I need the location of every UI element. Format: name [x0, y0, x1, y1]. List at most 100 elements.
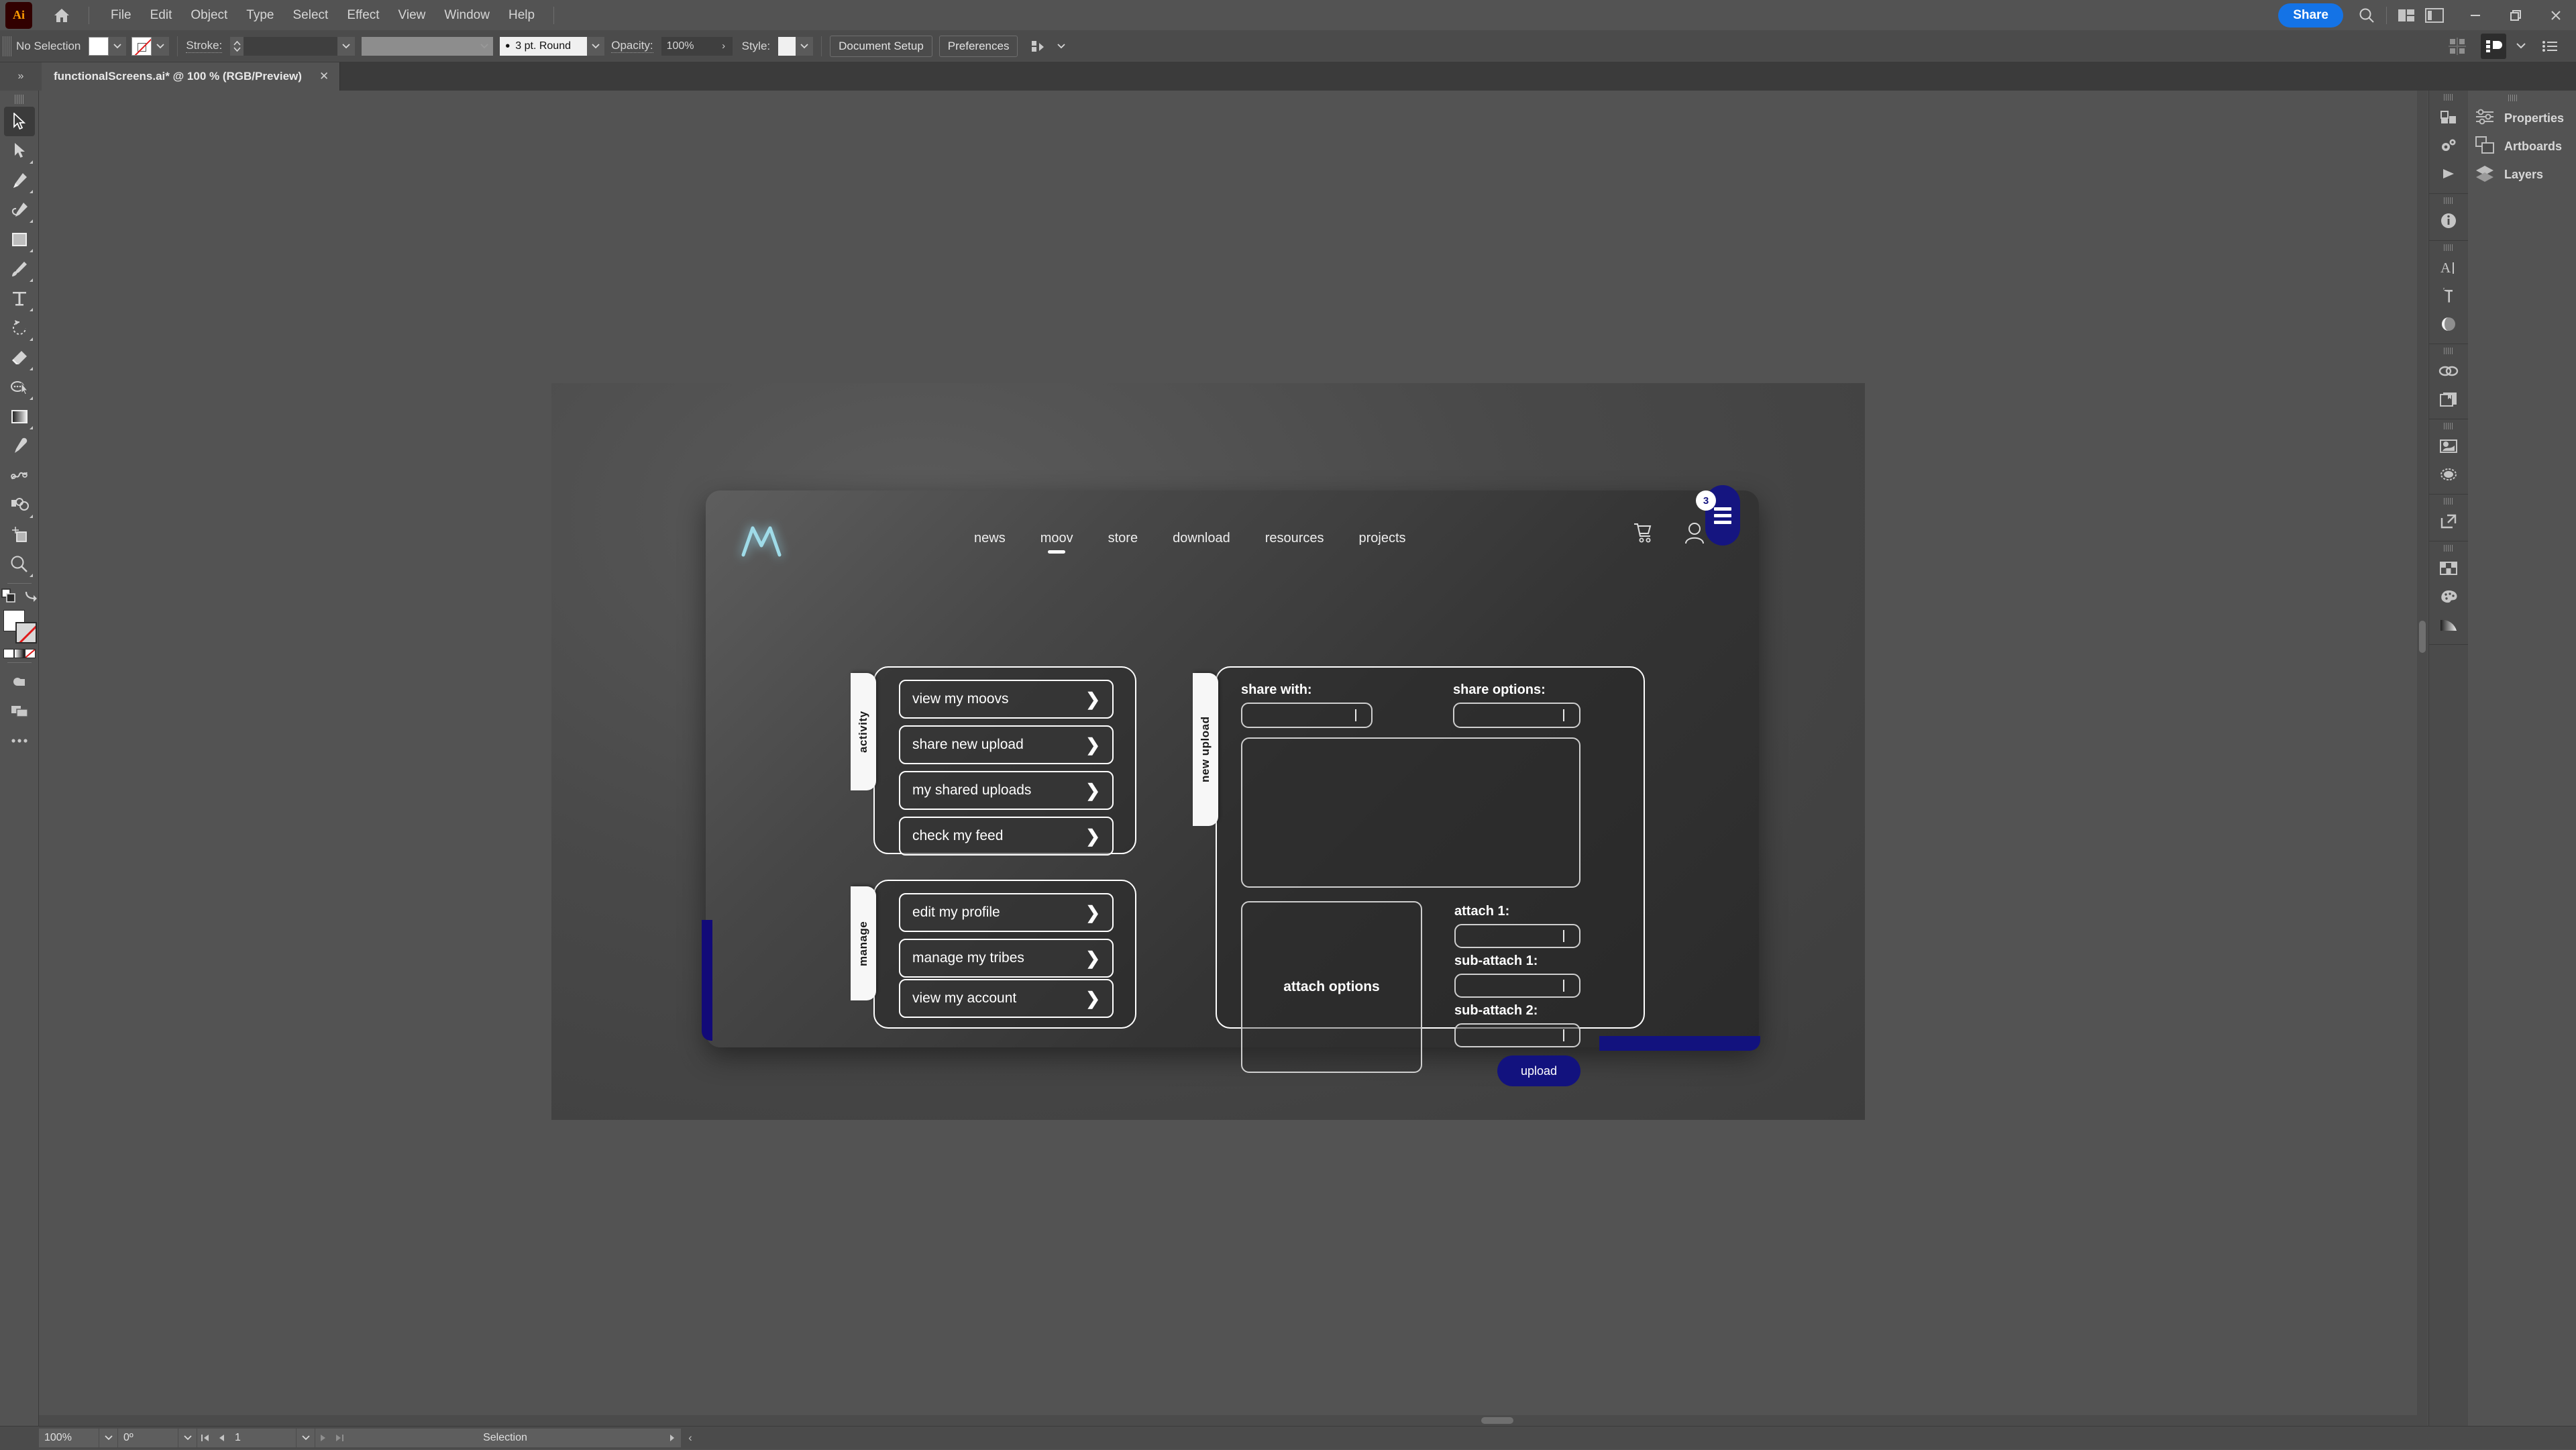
menu-item-file[interactable]: File [101, 4, 141, 27]
gradient-mesh-icon[interactable] [2433, 460, 2464, 488]
button-check-my-feed[interactable]: check my feed ❯ [899, 817, 1114, 856]
nav-link-resources[interactable]: resources [1265, 531, 1324, 546]
properties-chevron-down-icon[interactable] [2516, 40, 2526, 52]
attach-options-area[interactable]: attach options [1241, 901, 1422, 1073]
activity-panel-tab[interactable]: activity [851, 673, 876, 790]
rotation-field[interactable]: 0º [118, 1429, 178, 1447]
new-upload-panel-tab[interactable]: new upload [1193, 673, 1218, 826]
workspace-switcher-icon[interactable] [2420, 0, 2449, 30]
stroke-profile-chevron-down-icon[interactable] [476, 37, 493, 56]
panel-list-icon[interactable] [2536, 31, 2564, 61]
upload-preview-area[interactable] [1241, 737, 1580, 888]
character-icon[interactable]: A [2433, 254, 2464, 282]
right-dock-grip[interactable] [2508, 95, 2518, 101]
hamburger-menu-button[interactable]: 3 [1705, 485, 1740, 546]
gears-icon[interactable] [2433, 132, 2464, 160]
select-similar-chevron-down-icon[interactable] [1053, 37, 1070, 56]
dock-group-grip[interactable] [2444, 348, 2453, 354]
menu-item-help[interactable]: Help [499, 4, 544, 27]
graphic-style-swatch[interactable] [778, 37, 796, 56]
select-similar-objects-icon[interactable] [1024, 31, 1053, 61]
status-collapse-icon[interactable]: ‹ [682, 1429, 699, 1447]
eyedropper-tool[interactable] [4, 431, 35, 461]
close-icon[interactable]: ✕ [319, 70, 329, 83]
brush-definition-field[interactable]: • 3 pt. Round [500, 37, 587, 56]
user-account-icon[interactable] [1684, 521, 1705, 548]
color-mode-icon[interactable] [3, 649, 14, 658]
dock-group-grip[interactable] [2444, 423, 2453, 429]
libraries-icon[interactable] [2433, 385, 2464, 413]
next-artboard-icon[interactable] [315, 1429, 331, 1447]
status-menu-icon[interactable] [663, 1429, 682, 1447]
links-icon[interactable] [2433, 357, 2464, 385]
paragraph-icon[interactable] [2433, 282, 2464, 310]
type-tool[interactable] [4, 284, 35, 313]
dock-group-grip[interactable] [2444, 197, 2453, 204]
symbol-sprayer-tool[interactable] [4, 490, 35, 520]
style-chevron-down-icon[interactable] [796, 37, 813, 56]
maximize-icon[interactable] [2496, 0, 2536, 30]
dock-group-grip[interactable] [2444, 244, 2453, 251]
button-share-new-upload[interactable]: share new upload ❯ [899, 725, 1114, 764]
panel-expand-chevrons-icon[interactable]: » [0, 62, 42, 91]
opacity-label[interactable]: Opacity: [611, 39, 653, 53]
upload-button[interactable]: upload [1497, 1055, 1580, 1086]
eraser-tool[interactable] [4, 343, 35, 372]
color-palette-icon[interactable] [2433, 582, 2464, 611]
color-guide-icon[interactable] [2433, 611, 2464, 639]
play-icon[interactable] [2433, 160, 2464, 188]
panel-item-artboards[interactable]: Artboards [2468, 132, 2576, 160]
dock-group-grip[interactable] [2444, 498, 2453, 505]
stroke-weight-field[interactable] [244, 37, 337, 56]
document-tab[interactable]: functionalScreens.ai* @ 100 % (RGB/Previ… [42, 62, 340, 91]
artboard-tool[interactable] [4, 520, 35, 550]
drawing-mode-icon[interactable] [4, 667, 35, 696]
attach-1-input[interactable] [1454, 924, 1580, 948]
menu-item-object[interactable]: Object [181, 4, 237, 27]
gradient-tool[interactable] [4, 402, 35, 431]
stroke-dropdown-chevron-down-icon[interactable] [152, 37, 169, 56]
fill-stroke-color-block[interactable] [3, 610, 36, 645]
zoom-tool[interactable] [4, 550, 35, 579]
tools-panel-grip[interactable] [15, 95, 24, 104]
rectangle-tool[interactable] [4, 225, 35, 254]
document-setup-button[interactable]: Document Setup [830, 36, 932, 57]
share-button[interactable]: Share [2278, 3, 2343, 28]
zoom-chevron-down-icon[interactable] [99, 1429, 118, 1447]
fill-dropdown-chevron-down-icon[interactable] [109, 37, 126, 56]
menu-item-effect[interactable]: Effect [337, 4, 388, 27]
chart-icon[interactable] [2433, 103, 2464, 132]
nav-link-news[interactable]: news [974, 531, 1006, 546]
share-with-input[interactable] [1241, 703, 1373, 728]
info-icon[interactable] [2433, 207, 2464, 235]
nav-link-moov[interactable]: moov [1040, 531, 1073, 546]
stroke-weight-stepper[interactable] [230, 37, 244, 56]
blend-tool[interactable] [4, 461, 35, 490]
button-my-shared-uploads[interactable]: my shared uploads ❯ [899, 771, 1114, 810]
button-view-my-account[interactable]: view my account ❯ [899, 979, 1114, 1018]
shape-builder-tool[interactable] [4, 372, 35, 402]
more-tools-icon[interactable] [4, 726, 35, 756]
stroke-profile-field[interactable] [362, 37, 476, 56]
pen-tool[interactable] [4, 166, 35, 195]
button-manage-my-tribes[interactable]: manage my tribes ❯ [899, 939, 1114, 978]
shopping-cart-icon[interactable] [1631, 521, 1654, 548]
swatches-icon[interactable] [2433, 554, 2464, 582]
sub-attach-1-input[interactable] [1454, 974, 1580, 998]
properties-panel-toggle-icon[interactable] [2481, 34, 2506, 59]
opacity-field[interactable]: 100% [661, 37, 715, 56]
menu-item-edit[interactable]: Edit [141, 4, 182, 27]
image-trace-icon[interactable] [2433, 432, 2464, 460]
brush-definition-chevron-down-icon[interactable] [587, 37, 604, 56]
control-bar-grip[interactable] [3, 36, 12, 56]
zoom-level-field[interactable]: 100% [39, 1429, 99, 1447]
previous-artboard-icon[interactable] [213, 1429, 229, 1447]
default-fill-stroke-icon[interactable] [1, 588, 17, 607]
preferences-button[interactable]: Preferences [939, 36, 1018, 57]
minimize-icon[interactable] [2455, 0, 2496, 30]
horizontal-scrollbar[interactable] [39, 1415, 2417, 1426]
share-options-input[interactable] [1453, 703, 1580, 728]
home-icon[interactable] [47, 0, 76, 30]
nav-link-store[interactable]: store [1108, 531, 1138, 546]
arrange-documents-icon[interactable] [2392, 0, 2420, 30]
